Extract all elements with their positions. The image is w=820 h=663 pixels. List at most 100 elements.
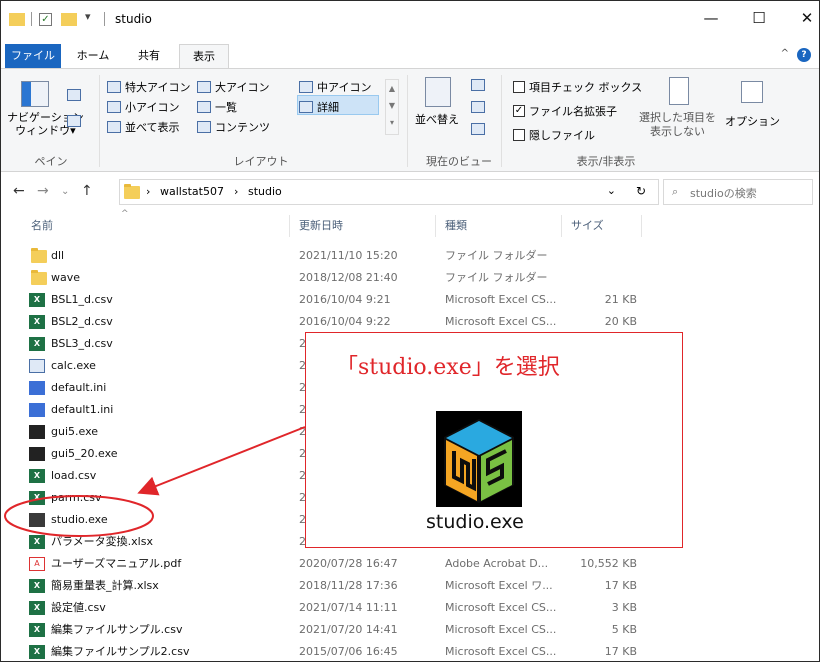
layout-content[interactable]: コンテンツ xyxy=(197,119,270,135)
list-item[interactable]: X 編集ファイルサンプル.csv 2021/07/20 14:41 Microsoft… xyxy=(29,619,649,641)
column-header-type[interactable]: 種類 xyxy=(445,215,467,237)
layout-extra-large-icons[interactable]: 特大アイコン xyxy=(107,79,190,95)
file-name: BSL3_d.csv xyxy=(51,337,113,350)
close-button[interactable]: ✕ xyxy=(797,9,817,27)
window-title: studio xyxy=(115,12,152,26)
column-divider[interactable] xyxy=(561,215,562,237)
properties-check-icon[interactable]: ✓ xyxy=(39,13,52,26)
layout-scroll[interactable]: ▲ ▼ ▾ xyxy=(385,79,399,135)
list-item[interactable]: wave 2018/12/08 21:40 ファイル フォルダー xyxy=(29,267,649,289)
checkbox-unchecked-icon xyxy=(513,81,525,93)
layout-small-icons[interactable]: 小アイコン xyxy=(107,99,179,115)
list-item[interactable]: X 設定値.csv 2021/07/14 11:11 Microsoft Excel … xyxy=(29,597,649,619)
pdf-icon: A xyxy=(29,557,45,571)
title-bar: ✓ ▾ studio — ☐ ✕ xyxy=(1,1,819,41)
column-divider[interactable] xyxy=(289,215,290,237)
search-box[interactable]: ⌕ studioの検索 xyxy=(663,179,813,205)
file-date: 2018/11/28 17:36 xyxy=(299,579,398,592)
file-name: default.ini xyxy=(51,381,107,394)
tab-share[interactable]: 共有 xyxy=(131,44,167,68)
file-extensions-toggle[interactable]: ✓ ファイル名拡張子 xyxy=(513,103,617,119)
excel-icon: X xyxy=(29,601,45,615)
file-size: 5 KB xyxy=(611,623,637,636)
new-folder-quick-icon[interactable] xyxy=(61,13,77,26)
column-header-name[interactable]: 名前 xyxy=(31,215,53,237)
file-name: 編集ファイルサンプル.csv xyxy=(51,623,183,636)
file-name: 編集ファイルサンプル2.csv xyxy=(51,645,190,658)
collapse-ribbon-icon[interactable]: ^ xyxy=(781,48,789,59)
layout-large-icons[interactable]: 大アイコン xyxy=(197,79,269,95)
list-item[interactable]: X BSL1_d.csv 2016/10/04 9:21 Microsoft Exce… xyxy=(29,289,649,311)
list-item[interactable]: X 編集ファイルサンプル2.csv 2015/07/06 16:45 Microsof… xyxy=(29,641,649,663)
hide-selected-icon[interactable] xyxy=(669,77,689,105)
address-bar[interactable]: › wallstat507 › studio ⌄ ↻ xyxy=(119,179,659,205)
tiles-icon xyxy=(107,121,121,133)
studio-app-icon xyxy=(29,513,45,527)
file-type: Microsoft Excel CS... xyxy=(445,315,557,328)
list-item[interactable]: X 簡易重量表_計算.xlsx 2018/11/28 17:36 Microsoft … xyxy=(29,575,649,597)
column-divider[interactable] xyxy=(641,215,642,237)
file-name: load.csv xyxy=(51,469,97,482)
list-item[interactable]: A ユーザーズマニュアル.pdf 2020/07/28 16:47 Adobe Acr… xyxy=(29,553,649,575)
excel-icon: X xyxy=(29,645,45,659)
list-item[interactable]: X BSL2_d.csv 2016/10/04 9:22 Microsoft Exce… xyxy=(29,311,649,333)
column-header-date[interactable]: 更新日時 xyxy=(299,215,343,237)
options-icon[interactable] xyxy=(741,81,763,103)
details-icon xyxy=(299,101,313,113)
details-pane-icon[interactable] xyxy=(67,115,81,127)
file-type: Microsoft Excel CS... xyxy=(445,645,557,658)
group-label-current-view: 現在のビュー xyxy=(426,155,492,168)
gui-app-icon xyxy=(29,447,45,461)
help-icon[interactable]: ? xyxy=(797,48,811,62)
sort-by-icon[interactable] xyxy=(425,77,451,107)
layout-list[interactable]: 一覧 xyxy=(197,99,237,115)
large-icons-icon xyxy=(197,81,211,93)
add-columns-icon[interactable] xyxy=(471,101,485,113)
list-item[interactable]: dll 2021/11/10 15:20 ファイル フォルダー xyxy=(29,245,649,267)
file-name: parm.csv xyxy=(51,491,102,504)
hidden-items-toggle[interactable]: 隠しファイル xyxy=(513,127,595,143)
layout-tiles[interactable]: 並べて表示 xyxy=(107,119,180,135)
separator-icon xyxy=(104,12,105,26)
navigation-pane-icon[interactable] xyxy=(21,81,49,107)
excel-icon: X xyxy=(29,579,45,593)
recent-dropdown-icon[interactable]: ⌄ xyxy=(61,186,69,197)
minimize-button[interactable]: — xyxy=(701,9,721,27)
file-name: 簡易重量表_計算.xlsx xyxy=(51,579,159,592)
group-label-pane: ペイン xyxy=(34,155,68,168)
maximize-button[interactable]: ☐ xyxy=(749,9,769,27)
file-size: 3 KB xyxy=(611,601,637,614)
size-columns-icon[interactable] xyxy=(471,123,485,135)
options-button[interactable]: オプション xyxy=(725,113,780,129)
forward-arrow-icon[interactable]: → xyxy=(37,183,49,199)
excel-icon: X xyxy=(29,469,45,483)
group-by-icon[interactable] xyxy=(471,79,485,91)
hide-selected-button[interactable]: 選択した項目を 表示しない xyxy=(639,111,716,139)
checkbox-checked-icon: ✓ xyxy=(513,105,525,117)
breadcrumb-wallstat[interactable]: wallstat507 xyxy=(160,185,224,198)
up-arrow-icon[interactable]: ↑ xyxy=(81,183,93,199)
column-divider[interactable] xyxy=(435,215,436,237)
file-name: studio.exe xyxy=(51,513,108,526)
address-dropdown-icon[interactable]: ⌄ xyxy=(607,184,616,197)
item-checkboxes-toggle[interactable]: 項目チェック ボックス xyxy=(513,79,642,95)
sort-by-button[interactable]: 並べ替え xyxy=(415,111,459,127)
file-name: default1.ini xyxy=(51,403,114,416)
refresh-icon[interactable]: ↻ xyxy=(636,184,646,198)
column-header-size[interactable]: サイズ xyxy=(571,215,604,237)
breadcrumb-studio[interactable]: studio xyxy=(248,185,282,198)
back-arrow-icon[interactable]: ← xyxy=(13,183,25,199)
file-size: 17 KB xyxy=(604,645,637,658)
layout-medium-icons[interactable]: 中アイコン xyxy=(299,79,371,95)
tab-file[interactable]: ファイル xyxy=(5,44,61,68)
preview-pane-icon[interactable] xyxy=(67,89,81,101)
gui-app-icon xyxy=(29,425,45,439)
folder-quick-icon[interactable] xyxy=(9,13,25,26)
layout-details[interactable]: 詳細 xyxy=(299,99,339,115)
tab-home[interactable]: ホーム xyxy=(73,44,113,68)
ribbon: ナビゲーション ウィンドウ▾ ペイン 特大アイコン 大アイコン 中アイコン 小ア… xyxy=(1,68,819,172)
file-name: 設定値.csv xyxy=(51,601,106,614)
quick-access-dropdown-icon[interactable]: ▾ xyxy=(85,10,91,24)
tab-view[interactable]: 表示 xyxy=(179,44,229,68)
file-date: 2016/10/04 9:22 xyxy=(299,315,391,328)
